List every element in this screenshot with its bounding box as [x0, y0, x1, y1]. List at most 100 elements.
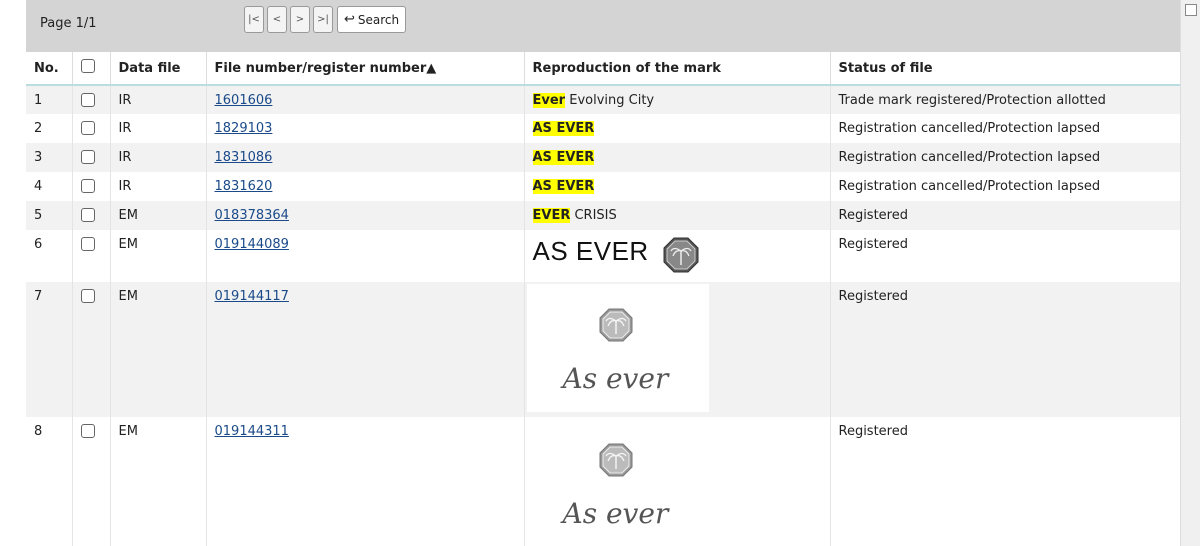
- row-select-cell: [72, 201, 111, 230]
- mark-highlight: AS EVER: [532, 179, 595, 194]
- left-margin: [0, 0, 26, 546]
- mark-cell: EVER CRISIS: [524, 201, 831, 230]
- col-header-file-number[interactable]: File number/register number▲: [206, 52, 525, 86]
- file-number-link[interactable]: 019144311: [215, 424, 289, 439]
- data-file: EM: [110, 230, 207, 282]
- file-number-cell: 018378364: [206, 201, 525, 230]
- col-header-status[interactable]: Status of file: [830, 52, 1180, 86]
- mark-cell: AS EVER: [524, 114, 831, 143]
- table-row[interactable]: 8 EM 019144311 As ever Registered: [26, 417, 1180, 546]
- first-page-button[interactable]: |<: [244, 6, 264, 33]
- file-number-link[interactable]: 019144089: [215, 237, 289, 252]
- col-header-reproduction[interactable]: Reproduction of the mark: [524, 52, 831, 86]
- scrollbar-checkbox[interactable]: [1185, 4, 1197, 16]
- table-header-row: No. Data file File number/register numbe…: [26, 52, 1180, 86]
- table-row[interactable]: 4 IR 1831620 AS EVER Registration cancel…: [26, 172, 1180, 201]
- data-file: EM: [110, 282, 207, 417]
- row-select-cell: [72, 172, 111, 201]
- file-number-cell: 1829103: [206, 114, 525, 143]
- row-select-cell: [72, 85, 111, 114]
- file-number-link[interactable]: 1831620: [215, 179, 273, 194]
- table-row[interactable]: 2 IR 1829103 AS EVER Registration cancel…: [26, 114, 1180, 143]
- file-number-link[interactable]: 019144117: [215, 289, 289, 304]
- col-header-data-file[interactable]: Data file: [110, 52, 207, 86]
- data-file: EM: [110, 417, 207, 546]
- file-number-cell: 019144311: [206, 417, 525, 546]
- page-indicator: Page 1/1: [40, 16, 97, 31]
- row-checkbox[interactable]: [80, 424, 95, 438]
- previous-page-button[interactable]: <: [267, 6, 287, 33]
- row-number: 4: [26, 172, 73, 201]
- row-checkbox[interactable]: [80, 93, 95, 107]
- file-number-link[interactable]: 1831086: [215, 150, 273, 165]
- col-header-select: [72, 52, 111, 86]
- row-number: 7: [26, 282, 73, 417]
- row-select-cell: [72, 282, 111, 417]
- mark-image: As ever: [526, 419, 709, 546]
- mark-image-text: AS EVER: [532, 236, 649, 266]
- status: Registered: [838, 237, 909, 252]
- select-all-checkbox[interactable]: [80, 59, 95, 73]
- next-page-button[interactable]: >: [290, 6, 310, 33]
- row-number: 8: [26, 417, 73, 546]
- table-row[interactable]: 5 EM 018378364 EVER CRISIS Registered: [26, 201, 1180, 230]
- status: Registered: [830, 282, 1180, 417]
- table-row[interactable]: 7 EM 019144117 As ever Registered: [26, 282, 1180, 417]
- file-number-cell: 1831086: [206, 143, 525, 172]
- row-checkbox[interactable]: [80, 289, 95, 303]
- row-number: 1: [26, 85, 73, 114]
- file-number-cell: 019144089: [206, 230, 525, 282]
- status: Registration cancelled/Protection lapsed: [830, 143, 1180, 172]
- file-number-cell: 1601606: [206, 85, 525, 114]
- palm-tree-badge-icon: [599, 443, 632, 477]
- row-number: 5: [26, 201, 73, 230]
- mark-image-script: As ever: [562, 497, 669, 530]
- last-page-button[interactable]: >|: [313, 6, 333, 33]
- status: Trade mark registered/Protection allotte…: [830, 85, 1180, 114]
- status: Registration cancelled/Protection lapsed: [838, 179, 1101, 194]
- mark-image-cell: As ever: [524, 282, 831, 417]
- row-checkbox[interactable]: [80, 179, 95, 193]
- row-checkbox[interactable]: [80, 208, 95, 222]
- file-number-link[interactable]: 018378364: [215, 208, 289, 223]
- search-button[interactable]: ↩ Search: [337, 6, 407, 33]
- status: Registration cancelled/Protection lapsed: [838, 121, 1101, 136]
- scrollbar[interactable]: [1180, 0, 1200, 546]
- mark-highlight: AS EVER: [532, 150, 595, 165]
- mark-cell: AS EVER: [524, 172, 831, 201]
- row-select-cell: [72, 230, 111, 282]
- col-header-no[interactable]: No.: [26, 52, 73, 86]
- palm-tree-badge-icon: [663, 237, 699, 277]
- file-number-link[interactable]: 1601606: [215, 93, 273, 108]
- row-select-cell: [72, 417, 111, 546]
- status: Registered: [830, 201, 1180, 230]
- data-file: IR: [110, 172, 207, 201]
- mark-image-script: As ever: [562, 362, 669, 395]
- row-number: 2: [26, 114, 73, 143]
- row-number: 3: [26, 143, 73, 172]
- mark-highlight: EVER: [532, 208, 571, 223]
- return-arrow-icon: ↩: [344, 12, 355, 27]
- row-checkbox[interactable]: [80, 237, 95, 251]
- row-select-cell: [72, 114, 111, 143]
- data-file: IR: [110, 114, 207, 143]
- data-file: EM: [110, 201, 207, 230]
- search-button-label: Search: [357, 12, 400, 27]
- mark-text: Evolving City: [565, 93, 655, 108]
- mark-image: As ever: [526, 284, 709, 412]
- mark-image-cell: AS EVER: [524, 230, 831, 282]
- data-file: IR: [110, 85, 207, 114]
- row-select-cell: [72, 143, 111, 172]
- file-number-link[interactable]: 1829103: [215, 121, 273, 136]
- table-row[interactable]: 3 IR 1831086 AS EVER Registration cancel…: [26, 143, 1180, 172]
- status: Registered: [838, 424, 909, 439]
- pager-nav: |< < > >| ↩ Search: [244, 6, 407, 33]
- table-row[interactable]: 6 EM 019144089 AS EVER Registered: [26, 230, 1180, 282]
- row-checkbox[interactable]: [80, 121, 95, 135]
- table-row[interactable]: 1 IR 1601606 Ever Evolving City Trade ma…: [26, 85, 1180, 114]
- mark-highlight: Ever: [532, 93, 566, 108]
- palm-tree-badge-icon: [599, 308, 632, 342]
- mark-highlight: AS EVER: [532, 121, 595, 136]
- data-file: IR: [110, 143, 207, 172]
- row-checkbox[interactable]: [80, 150, 95, 164]
